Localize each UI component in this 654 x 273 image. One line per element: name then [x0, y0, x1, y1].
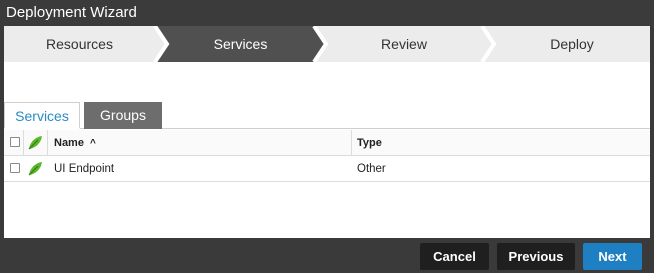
- step-deploy[interactable]: Deploy: [494, 26, 650, 62]
- previous-button[interactable]: Previous: [497, 243, 575, 270]
- column-divider: [351, 130, 352, 156]
- column-divider: [23, 130, 24, 156]
- services-table: Name ^ Type UI Endpoint Other: [4, 130, 650, 182]
- step-review[interactable]: Review: [326, 26, 482, 62]
- table-row[interactable]: UI Endpoint Other: [4, 156, 650, 182]
- column-header-name[interactable]: Name ^: [54, 130, 96, 156]
- wizard-steps: Resources Services Review Deploy: [4, 26, 650, 62]
- wizard-dialog: Resources Services Review Deploy Service…: [4, 26, 650, 238]
- column-header-type[interactable]: Type: [357, 130, 382, 156]
- row-type: Other: [357, 163, 386, 175]
- column-divider: [47, 130, 48, 156]
- tab-groups[interactable]: Groups: [84, 102, 162, 129]
- column-name-label: Name: [54, 137, 84, 149]
- step-resources[interactable]: Resources: [4, 26, 155, 62]
- window-title: Deployment Wizard: [0, 0, 654, 26]
- service-leaf-icon: [28, 162, 42, 176]
- tab-services[interactable]: Services: [4, 102, 80, 129]
- row-name: UI Endpoint: [54, 163, 115, 175]
- table-header: Name ^ Type: [4, 130, 650, 156]
- sort-ascending-icon: ^: [90, 138, 96, 149]
- next-button[interactable]: Next: [583, 243, 642, 270]
- row-checkbox[interactable]: [10, 163, 20, 173]
- step-services[interactable]: Services: [167, 26, 314, 62]
- cancel-button[interactable]: Cancel: [420, 243, 489, 270]
- select-all-checkbox[interactable]: [10, 137, 20, 147]
- tab-bar: Services Groups: [4, 102, 650, 129]
- service-leaf-icon: [28, 136, 42, 150]
